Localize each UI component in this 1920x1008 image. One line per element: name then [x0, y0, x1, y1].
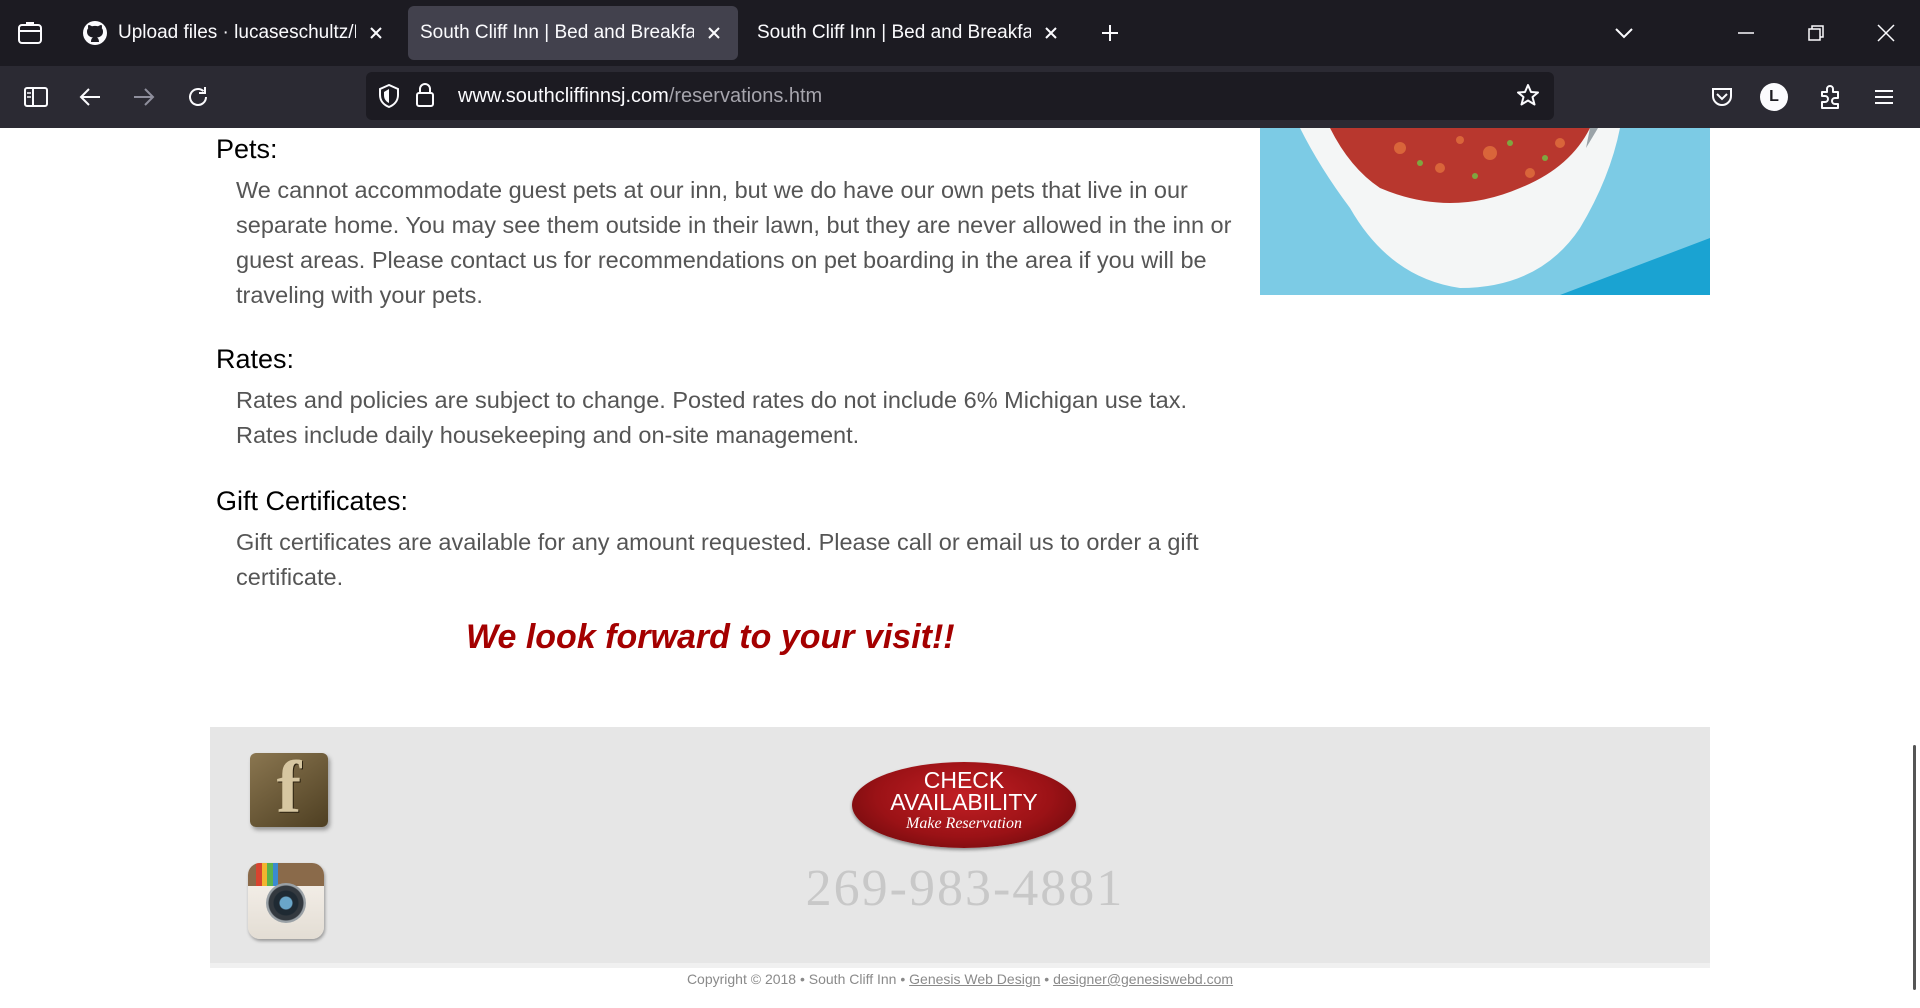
- navigation-toolbar: www.southcliffinnsj.com/reservations.htm…: [0, 66, 1920, 129]
- facebook-icon[interactable]: f: [250, 747, 328, 829]
- instagram-lens: [266, 883, 306, 923]
- copyright-separator: •: [1044, 971, 1050, 987]
- phone-number: 269-983-4881: [805, 860, 1125, 917]
- pocket-icon[interactable]: [1706, 81, 1738, 113]
- account-initial: L: [1769, 88, 1779, 105]
- close-tab-icon[interactable]: [364, 21, 388, 45]
- closing-message: We look forward to your visit!!: [466, 618, 955, 656]
- url-domain: www.southcliffinnsj.com: [458, 85, 669, 107]
- salsa-bowl-photo: [1260, 128, 1710, 295]
- lock-icon[interactable]: [416, 83, 440, 109]
- copyright-text: Copyright © 2018 • South Cliff Inn •: [686, 971, 906, 987]
- make-reservation-label: Make Reservation: [906, 815, 1022, 832]
- facebook-letter: f: [276, 747, 302, 829]
- check-availability-line2: AVAILABILITY: [890, 789, 1038, 815]
- tracking-protection-shield-icon[interactable]: [378, 84, 402, 108]
- designer-email-link[interactable]: designer@genesiswebd.com: [1053, 971, 1233, 987]
- close-window-icon[interactable]: [1870, 17, 1902, 49]
- hamburger-menu-icon[interactable]: [1868, 81, 1900, 113]
- extensions-puzzle-icon[interactable]: [1814, 81, 1846, 113]
- close-tab-icon[interactable]: [702, 21, 726, 45]
- rates-heading: Rates:: [216, 344, 295, 374]
- close-tab-icon[interactable]: [1039, 21, 1063, 45]
- web-page: Pets: We cannot accommodate guest pets a…: [0, 128, 1920, 1008]
- tab-south-cliff[interactable]: South Cliff Inn | Bed and Breakfast |: [745, 6, 1075, 60]
- gift-certificates-text: Gift certificates are available for any …: [236, 529, 1199, 590]
- forward-arrow-icon[interactable]: [128, 81, 160, 113]
- restore-window-icon[interactable]: [1800, 17, 1832, 49]
- page-scrollbar-thumb[interactable]: [1913, 745, 1916, 990]
- list-all-tabs-chevron-icon[interactable]: [1608, 17, 1640, 49]
- github-icon: [82, 20, 108, 46]
- tab-bar: Upload files · lucaseschultz/HTT South C…: [0, 0, 1920, 66]
- tab-github-upload[interactable]: Upload files · lucaseschultz/HTT: [70, 6, 400, 60]
- account-avatar[interactable]: L: [1760, 83, 1788, 111]
- genesis-web-design-link[interactable]: Genesis Web Design: [909, 971, 1040, 987]
- new-tab-plus-icon[interactable]: [1094, 17, 1126, 49]
- pets-heading: Pets:: [216, 134, 278, 164]
- tab-title: South Cliff Inn | Bed and Breakfast |: [420, 22, 694, 43]
- url-text[interactable]: www.southcliffinnsj.com/reservations.htm: [458, 72, 822, 120]
- instagram-icon[interactable]: [248, 863, 324, 939]
- minimize-window-icon[interactable]: [1730, 17, 1762, 49]
- firefox-view-icon[interactable]: [14, 17, 46, 49]
- back-arrow-icon[interactable]: [74, 81, 106, 113]
- instagram-stripes: [256, 863, 278, 886]
- tab-title: South Cliff Inn | Bed and Breakfast |: [757, 22, 1031, 43]
- url-path: /reservations.htm: [668, 85, 823, 107]
- bookmark-star-icon[interactable]: [1516, 83, 1542, 109]
- copyright-line: Copyright © 2018 • South Cliff Inn • Gen…: [0, 971, 1920, 987]
- rates-text: Rates and policies are subject to change…: [236, 387, 1188, 448]
- sidebar-toggle-icon[interactable]: [20, 81, 52, 113]
- pets-text: We cannot accommodate guest pets at our …: [236, 177, 1232, 308]
- check-availability-button[interactable]: CHECK AVAILABILITY Make Reservation: [852, 762, 1076, 848]
- footer-panel: f CHECK AVAILABILITY Make Reservation 26…: [210, 727, 1710, 968]
- url-bar[interactable]: www.southcliffinnsj.com/reservations.htm: [366, 72, 1554, 120]
- gift-certificates-heading: Gift Certificates:: [216, 486, 409, 516]
- tab-south-cliff-active[interactable]: South Cliff Inn | Bed and Breakfast |: [408, 6, 738, 60]
- reload-icon[interactable]: [182, 81, 214, 113]
- tab-title: Upload files · lucaseschultz/HTT: [118, 22, 356, 43]
